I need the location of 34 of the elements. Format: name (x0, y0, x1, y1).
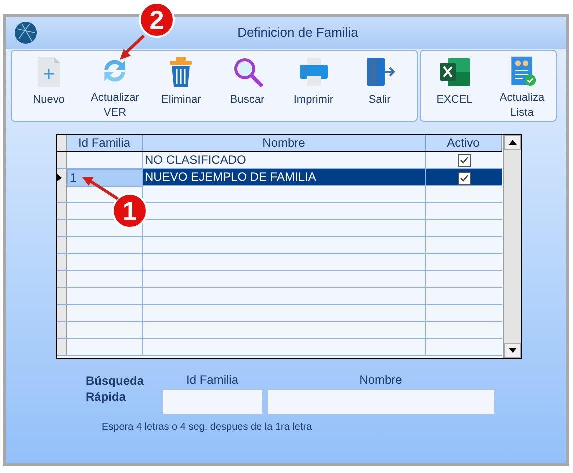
globe-logo-icon (14, 21, 38, 45)
column-header[interactable]: Nombre (143, 135, 426, 151)
table-cell: NO CLASIFICADO (143, 152, 426, 168)
input-field[interactable] (162, 389, 263, 415)
table-cell: 1 (67, 169, 143, 187)
quick-search-label: Búsqueda Rápida (86, 373, 146, 406)
checkbox[interactable] (458, 172, 470, 184)
window-title: Definicion de Familia (236, 24, 360, 42)
toolbar-button[interactable]: Imprimir (280, 51, 347, 121)
toolbar-button[interactable]: Nuevo (16, 51, 82, 121)
toolbar-button[interactable]: Eliminar (148, 51, 214, 121)
checkbox[interactable] (458, 154, 470, 166)
annotation-arrow (80, 175, 120, 201)
table-cell: NUEVO EJEMPLO DE FAMILIA (143, 169, 426, 187)
spreadsheet-icon (438, 55, 472, 89)
scroll-down-icon[interactable] (508, 348, 516, 353)
field-label: Nombre (360, 373, 402, 387)
field-label: Id Familia (186, 373, 238, 387)
toolbar-button[interactable]: Actualizar VER (82, 51, 148, 121)
row-selector[interactable] (57, 169, 67, 187)
scroll-up-icon[interactable] (508, 140, 516, 145)
scrollbar[interactable] (503, 135, 521, 358)
annotation-badge: 2 (139, 2, 175, 38)
row-selector (57, 135, 67, 151)
input-field[interactable] (267, 389, 495, 415)
hint-text: Espera 4 letras o 4 seg. despues de la 1ra letra (102, 421, 314, 435)
annotation-arrow (118, 34, 146, 62)
toolbar-button[interactable]: Salir (346, 51, 413, 121)
toolbar-button[interactable]: Buscar (214, 51, 281, 121)
column-header[interactable]: Activo (426, 135, 502, 151)
toolbar-button[interactable]: Actualiza Lista (489, 51, 556, 121)
column-header[interactable]: Id Familia (67, 135, 143, 151)
toolbar-button[interactable]: EXCEL (422, 51, 488, 121)
table-row[interactable]: 1 NUEVO EJEMPLO DE FAMILIA (57, 169, 502, 186)
